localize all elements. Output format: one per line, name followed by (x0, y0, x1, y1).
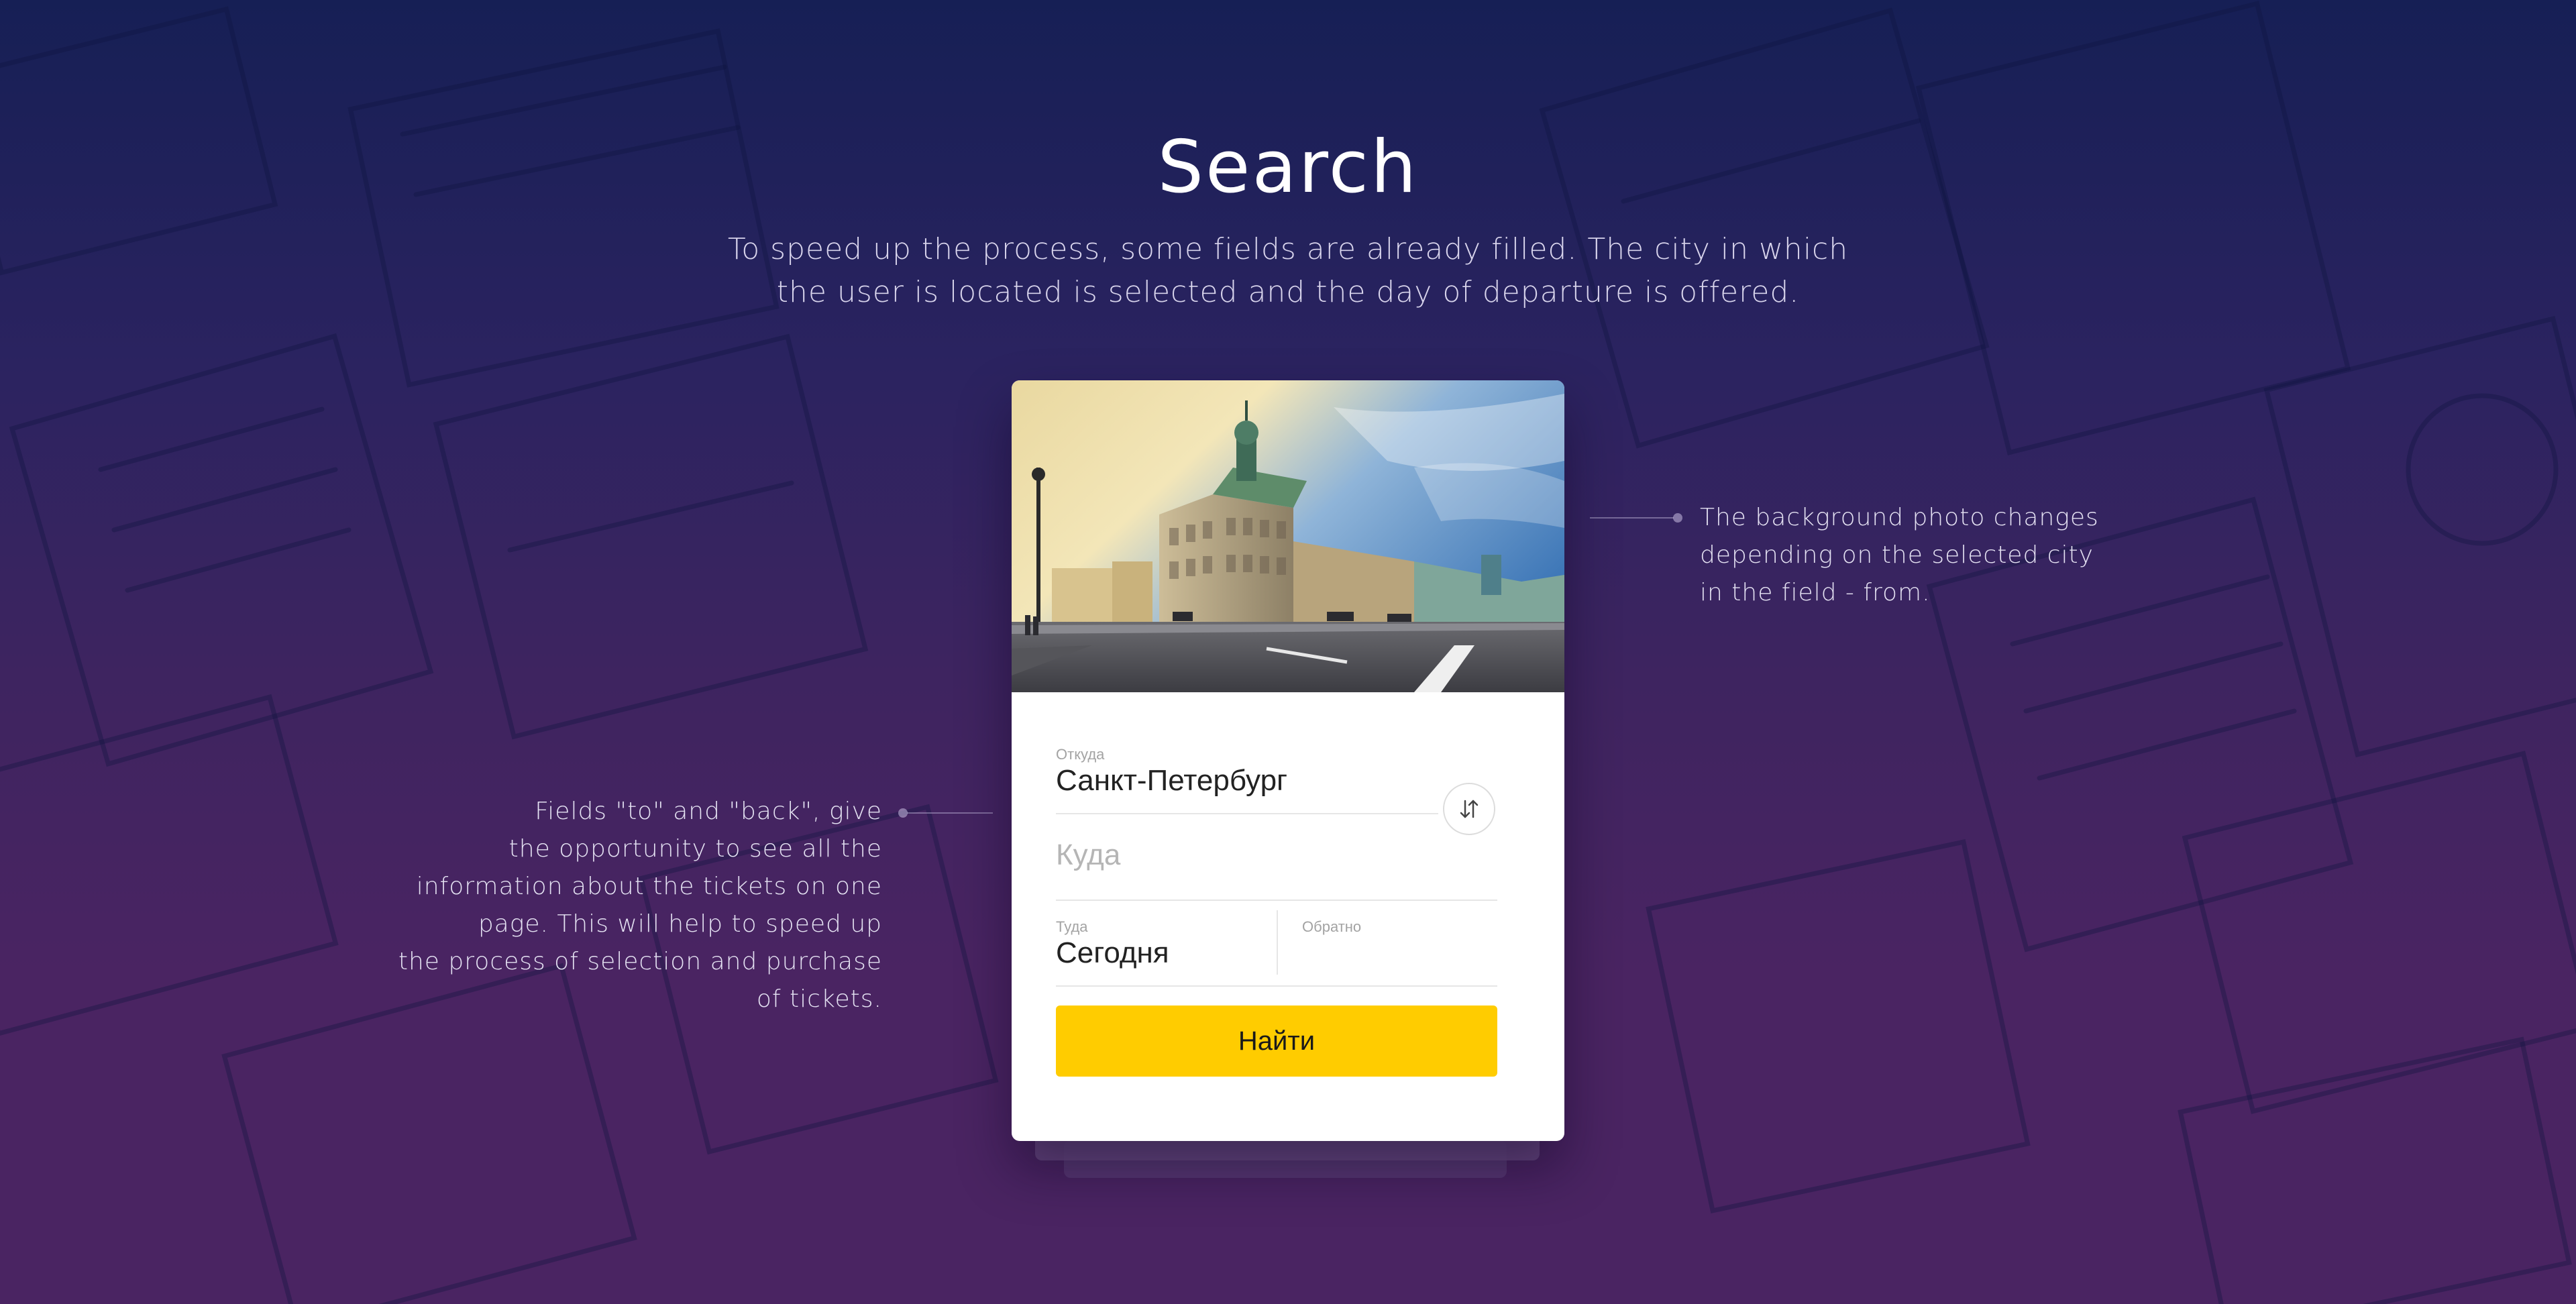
dates-divider (1056, 985, 1497, 987)
page-subtitle: To speed up the process, some fields are… (711, 228, 1865, 314)
annotation-line: The background photo changes (1700, 504, 2099, 531)
swap-arrows-icon (1460, 800, 1479, 818)
subtitle-line: To speed up the process, some fields are… (727, 232, 1849, 266)
to-divider (1056, 900, 1497, 901)
date-vertical-divider (1277, 910, 1278, 975)
annotation-line: of tickets. (756, 985, 882, 1013)
annotation-line: Fields "to" and "back", give (535, 798, 882, 825)
return-label: Обратно (1302, 918, 1362, 935)
annotation-line: information about the tickets on one (416, 873, 882, 900)
to-input[interactable]: Куда (1056, 838, 1120, 872)
annotation-line: page. This will help to speed up (478, 910, 882, 938)
annotation-line: the process of selection and purchase (398, 948, 882, 975)
subtitle-line: the user is located is selected and the … (776, 275, 1800, 309)
swap-button[interactable] (1443, 783, 1495, 835)
annotation-left-dot (898, 808, 908, 818)
from-input[interactable]: Санкт-Петербург (1056, 764, 1287, 798)
from-divider (1056, 813, 1438, 814)
city-photo (1012, 380, 1564, 692)
annotation-line: in the field - from. (1700, 579, 1931, 606)
annotation-left: Fields "to" and "back", give the opportu… (376, 793, 882, 1018)
annotation-left-connector (907, 812, 993, 814)
page-title: Search (1157, 125, 1419, 209)
annotation-line: the opportunity to see all the (508, 835, 882, 863)
annotation-right-connector (1590, 517, 1674, 519)
depart-label: Туда (1056, 918, 1088, 935)
return-date-input[interactable] (1302, 936, 1497, 971)
annotation-line: depending on the selected city (1700, 541, 2094, 569)
annotation-right-dot (1673, 513, 1682, 523)
from-label: Откуда (1056, 746, 1105, 763)
depart-date-input[interactable]: Сегодня (1056, 936, 1169, 970)
search-button[interactable]: Найти (1056, 1006, 1497, 1077)
annotation-right: The background photo changes depending o… (1700, 499, 2169, 612)
search-card: Откуда Санкт-Петербург Куда Туда Сегодня… (1012, 380, 1564, 1141)
